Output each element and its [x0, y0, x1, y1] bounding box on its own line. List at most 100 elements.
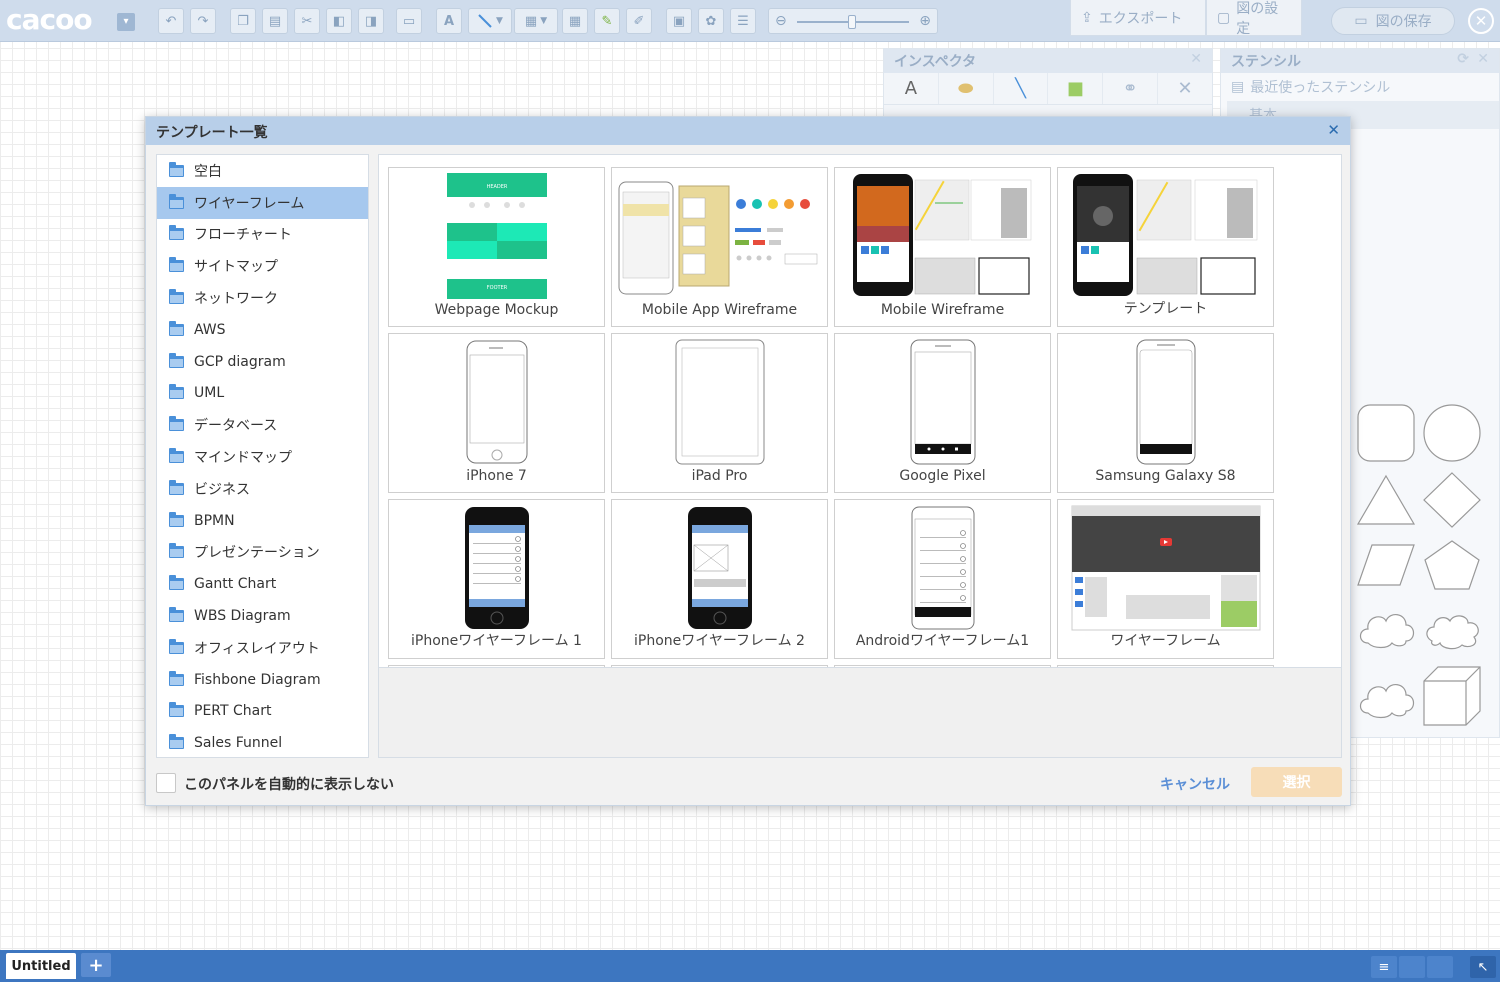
select-button[interactable]: 選択 [1251, 767, 1342, 797]
category-item[interactable]: ビジネス [157, 473, 368, 505]
template-card[interactable]: iPhoneワイヤーフレーム 1 [388, 499, 605, 659]
category-item[interactable]: Sales Funnel [157, 727, 368, 759]
page-tab-untitled[interactable]: Untitled [6, 953, 76, 979]
category-label: Fishbone Diagram [194, 671, 321, 688]
pointer-tool-button[interactable]: ↖ [1470, 956, 1496, 978]
line-tool-button[interactable]: ▼ [468, 8, 512, 34]
tab-tools[interactable]: ✕ [1158, 73, 1212, 104]
redo-button[interactable]: ↷ [190, 8, 216, 34]
template-card[interactable]: Mobile Wireframe [834, 167, 1051, 327]
category-item[interactable]: サイトマップ [157, 250, 368, 282]
category-item[interactable]: オフィスレイアウト [157, 632, 368, 664]
save-diagram-button[interactable]: ▭ 図の保存 [1331, 7, 1455, 35]
logo-menu-dropdown[interactable]: ▾ [117, 13, 135, 31]
dialog-close-icon[interactable]: ✕ [1327, 121, 1340, 139]
template-card[interactable]: iPad Pro [611, 333, 828, 493]
close-editor-button[interactable]: ✕ [1468, 8, 1494, 34]
zoom-in-icon[interactable]: ⊕ [919, 13, 931, 29]
template-card[interactable]: Google Pixel [834, 333, 1051, 493]
cube-shape[interactable] [1422, 665, 1484, 727]
triangle-shape[interactable] [1356, 473, 1416, 527]
send-back-button[interactable]: ◨ [358, 8, 384, 34]
category-label: プレゼンテーション [194, 545, 320, 562]
parallelogram-shape[interactable] [1356, 543, 1416, 587]
rounded-rectangle-shape[interactable] [1356, 403, 1416, 463]
paste-button[interactable]: ▤ [262, 8, 288, 34]
tab-link[interactable]: ⚭ [1103, 73, 1159, 104]
view-option-button-2[interactable] [1427, 956, 1453, 978]
diamond-shape[interactable] [1422, 471, 1482, 529]
template-card[interactable]: Mobile App Wireframe [611, 167, 828, 327]
chevron-down-icon: ▼ [540, 16, 548, 26]
refresh-icon[interactable]: ⟳ [1457, 51, 1469, 67]
page-list-button[interactable]: ≡ [1371, 956, 1397, 978]
category-item[interactable]: PERT Chart [157, 696, 368, 728]
folder-icon: ▤ [1231, 79, 1245, 95]
pen-tool-button[interactable]: ✎ [594, 8, 620, 34]
template-card[interactable]: iPhoneワイヤーフレーム 2 [611, 499, 828, 659]
add-page-button[interactable]: + [81, 953, 111, 977]
category-item[interactable]: データベース [157, 409, 368, 441]
auto-show-checkbox[interactable] [156, 773, 176, 793]
cut-button[interactable]: ✂ [294, 8, 320, 34]
cloud-large-shape[interactable] [1356, 675, 1418, 721]
comment-button[interactable]: ▭ [396, 8, 422, 34]
close-icon[interactable]: ✕ [1477, 51, 1489, 67]
folder-icon [169, 257, 184, 273]
category-item[interactable]: Gantt Chart [157, 568, 368, 600]
category-item[interactable]: 空白 [157, 155, 368, 187]
tab-text[interactable]: A [884, 73, 939, 104]
zoom-out-icon[interactable]: ⊖ [775, 13, 787, 29]
export-button[interactable]: ⇪ エクスポート [1070, 0, 1206, 36]
undo-button[interactable]: ↶ [158, 8, 184, 34]
tab-shape[interactable]: ■ [1048, 73, 1104, 104]
zoom-slider-handle[interactable] [848, 15, 856, 29]
inspector-panel: インスペクタ ✕ A ⬬ ╲ ■ ⚭ ✕ [883, 48, 1213, 118]
template-card[interactable]: HEADER FOOTER Webpage Mockup [388, 167, 605, 327]
category-item[interactable]: マインドマップ [157, 441, 368, 473]
category-item[interactable]: ネットワーク [157, 282, 368, 314]
freehand-tool-button[interactable]: ✐ [626, 8, 652, 34]
cancel-button[interactable]: キャンセル [1160, 774, 1230, 794]
template-label: iPad Pro [691, 468, 748, 484]
pentagon-shape[interactable] [1422, 539, 1482, 591]
view-option-button[interactable] [1399, 956, 1425, 978]
template-card[interactable]: テンプレート [1057, 167, 1274, 327]
template-card[interactable]: Androidワイヤーフレーム1 [834, 499, 1051, 659]
category-item[interactable]: Fishbone Diagram [157, 664, 368, 696]
category-label: マインドマップ [194, 450, 292, 467]
category-item[interactable]: フローチャート [157, 219, 368, 251]
template-card[interactable]: iPhone 7 [388, 333, 605, 493]
settings-label: 図の設定 [1236, 0, 1279, 37]
image-button[interactable]: ▣ [666, 8, 692, 34]
template-card[interactable]: Samsung Galaxy S8 [1057, 333, 1274, 493]
category-item[interactable]: WBS Diagram [157, 600, 368, 632]
copy-button[interactable]: ❐ [230, 8, 256, 34]
category-item[interactable]: AWS [157, 314, 368, 346]
template-card[interactable]: ワイヤーフレーム [1057, 499, 1274, 659]
cloud-bumpy-shape[interactable] [1422, 607, 1484, 651]
dialog-header: テンプレート一覧 ✕ [146, 117, 1350, 145]
diagram-settings-button[interactable]: ▢ 図の設定 [1206, 0, 1302, 37]
category-item[interactable]: UML [157, 378, 368, 410]
category-item[interactable]: GCP diagram [157, 346, 368, 378]
tab-fill[interactable]: ⬬ [939, 73, 994, 104]
text-tool-button[interactable]: A [436, 8, 462, 34]
stencil-recent[interactable]: ▤ 最近使ったステンシル [1221, 73, 1499, 101]
shape-tool-button[interactable]: ▦ ▼ [514, 8, 558, 34]
cacoo-logo[interactable]: cacoo [6, 4, 93, 36]
tab-line[interactable]: ╲ [994, 73, 1049, 104]
layer-front-icon: ◧ [332, 13, 346, 29]
category-item[interactable]: BPMN [157, 505, 368, 537]
cloud-shape[interactable] [1356, 607, 1418, 651]
adjust-button[interactable]: ☰ [730, 8, 756, 34]
style-button[interactable]: ✿ [698, 8, 724, 34]
category-item[interactable]: ワイヤーフレーム [157, 186, 368, 219]
template-thumbnail [1058, 172, 1273, 300]
category-item[interactable]: プレゼンテーション [157, 537, 368, 569]
auto-show-label[interactable]: このパネルを自動的に表示しない [184, 774, 394, 794]
close-icon[interactable]: ✕ [1190, 51, 1202, 67]
bring-front-button[interactable]: ◧ [326, 8, 352, 34]
table-tool-button[interactable]: ▦ [562, 8, 588, 34]
circle-shape[interactable] [1422, 403, 1482, 463]
